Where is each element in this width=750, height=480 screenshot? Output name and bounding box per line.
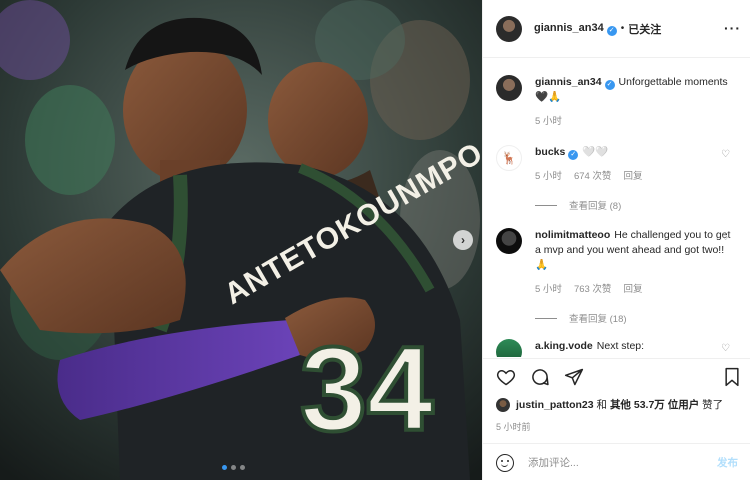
carousel-dot	[222, 465, 227, 470]
comment-like-heart-icon[interactable]: ♡	[721, 343, 730, 354]
caption: giannis_an34 ✓ Unforgettable moments 🖤🙏 5 …	[496, 75, 738, 129]
view-replies-button[interactable]: 查看回复 (18)	[535, 311, 738, 325]
carousel-indicator	[222, 465, 245, 470]
comment-username[interactable]: a.king.vode	[535, 340, 593, 352]
username-text: giannis_an34	[534, 21, 604, 34]
verified-badge-icon: ✓	[604, 80, 615, 90]
more-options-icon[interactable]: ···	[724, 20, 741, 36]
next-image-button[interactable]: ›	[453, 230, 473, 250]
username-text: bucks	[535, 146, 566, 158]
comment-like-heart-icon[interactable]: ♡	[721, 232, 730, 243]
post-actions: justin_patton23 和 其他 53.7万 位用户 赞了 5 小时前 …	[483, 358, 750, 480]
separator-dot: •	[620, 23, 625, 34]
avatar[interactable]	[496, 15, 522, 42]
comment-username[interactable]: nolimitmatteoo	[535, 229, 610, 241]
avatar[interactable]	[496, 339, 522, 357]
comment-username[interactable]: bucks ✓	[535, 146, 579, 160]
avatar	[496, 397, 510, 412]
avatar[interactable]: 🦌	[496, 145, 522, 171]
username-text: giannis_an34	[535, 76, 602, 88]
verified-badge-icon: ✓	[568, 150, 579, 160]
jersey-number: 34	[300, 322, 434, 456]
carousel-dot	[231, 465, 236, 470]
likes-others-count[interactable]: 其他 53.7万 位用户	[610, 397, 699, 412]
carousel-dot	[240, 465, 245, 470]
post-header: giannis_an34 ✓ • 已关注 ···	[483, 0, 750, 58]
comment-input[interactable]	[528, 456, 698, 469]
avatar[interactable]	[496, 228, 522, 254]
following-button[interactable]: 已关注	[628, 21, 661, 37]
comment-time[interactable]: 5 小时	[535, 282, 562, 297]
share-send-icon[interactable]	[564, 367, 584, 387]
comments-list[interactable]: giannis_an34 ✓ Unforgettable moments 🖤🙏 5 …	[483, 59, 750, 357]
post-timestamp[interactable]: 5 小时前	[496, 420, 531, 433]
like-heart-icon[interactable]	[496, 367, 516, 387]
verified-badge-icon: ✓	[606, 25, 617, 36]
divider	[535, 317, 557, 319]
comment-item: nolimitmatteoo He challenged you to get a…	[496, 228, 738, 297]
view-replies-label: 查看回复 (8)	[569, 201, 622, 212]
comment-text: Next step:	[596, 340, 645, 352]
reply-button[interactable]: 回复	[623, 169, 642, 184]
first-liker-username[interactable]: justin_patton23	[516, 399, 594, 411]
chevron-right-icon: ›	[461, 233, 465, 247]
post-comment-button[interactable]: 发布	[717, 455, 738, 470]
post-details-panel: giannis_an34 ✓ • 已关注 ··· giannis_an34 ✓ Unf…	[482, 0, 750, 480]
caption-username[interactable]: giannis_an34 ✓	[535, 76, 615, 90]
avatar[interactable]	[496, 75, 522, 101]
reply-button[interactable]: 回复	[623, 282, 642, 297]
add-comment-bar: 发布	[483, 443, 750, 480]
comment-text: 🤍🤍	[582, 146, 609, 158]
comment-bubble-icon[interactable]	[530, 367, 550, 387]
view-replies-button[interactable]: 查看回复 (8)	[535, 198, 738, 212]
likes-connector: 和	[596, 399, 608, 411]
likes-suffix: 赞了	[702, 399, 724, 411]
likes-summary: justin_patton23 和 其他 53.7万 位用户 赞了	[496, 397, 723, 412]
view-replies-label: 查看回复 (18)	[569, 314, 627, 325]
photo-illustration: 34 ANTETOKOUNMPO	[0, 0, 482, 480]
comment-time[interactable]: 5 小时	[535, 169, 562, 184]
post-photo[interactable]: 34 ANTETOKOUNMPO ›	[0, 0, 482, 480]
post-author-username[interactable]: giannis_an34 ✓	[534, 22, 617, 36]
comment-like-heart-icon[interactable]: ♡	[721, 149, 730, 160]
comment-item: 🦌 bucks ✓ 🤍🤍 5 小时 674 次赞 回复 ♡	[496, 145, 738, 184]
caption-time[interactable]: 5 小时	[535, 114, 562, 129]
comment-likes[interactable]: 763 次赞	[574, 282, 612, 297]
divider	[535, 204, 557, 206]
emoji-icon[interactable]	[496, 453, 514, 472]
comment-likes[interactable]: 674 次赞	[574, 169, 612, 184]
bookmark-icon[interactable]	[723, 367, 741, 387]
comment-item: a.king.vode Next step: ♡	[496, 339, 738, 357]
